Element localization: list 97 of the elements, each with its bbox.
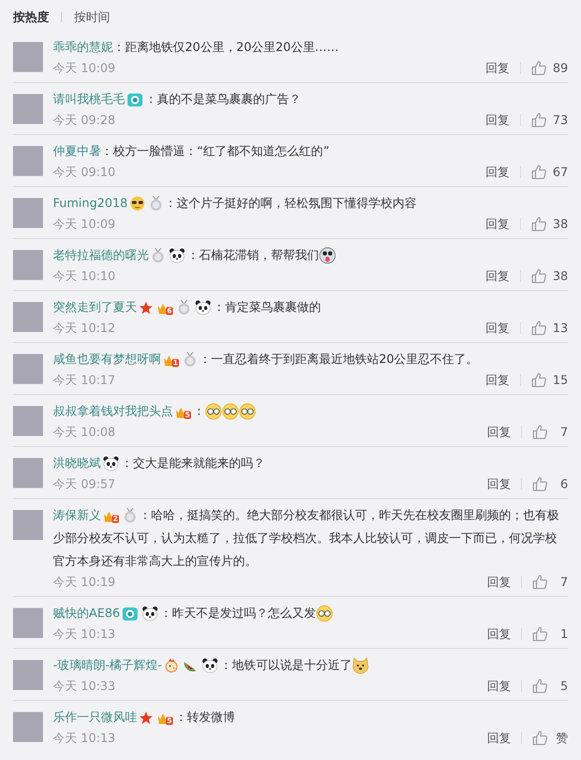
panda-icon [142, 606, 158, 622]
reply-link[interactable]: 回复 [487, 729, 511, 747]
username-link[interactable]: 仲夏中暑 [53, 144, 101, 158]
username-link[interactable]: 咸鱼也要有梦想呀啊 [53, 352, 161, 366]
comment-time: 今天 09:10 [53, 164, 116, 181]
thumbs-up-icon[interactable] [530, 164, 547, 180]
star-icon [139, 710, 153, 725]
comment-body: -玻璃晴朗-橘子辉煌- ：地铁可以说是十分近了 [53, 654, 568, 677]
reply-link[interactable]: 回复 [487, 677, 511, 695]
comment-time: 今天 10:33 [53, 678, 116, 695]
reply-link[interactable]: 回复 [487, 475, 511, 493]
reply-link[interactable]: 回复 [486, 59, 510, 77]
panda-icon [194, 300, 211, 316]
comment-time: 今天 10:13 [53, 730, 116, 747]
comment-body: 贼快的AE86 ：昨天不是发过吗？怎么又发 [53, 602, 568, 625]
sort-tab[interactable]: 按热度 [13, 8, 49, 26]
medal-icon [148, 196, 163, 212]
reply-link[interactable]: 回复 [486, 163, 510, 181]
thumbs-up-icon[interactable] [532, 730, 548, 746]
username-link[interactable]: 贼快的AE86 [53, 606, 120, 620]
glasses-face-emoji [204, 403, 222, 420]
glasses-face-emoji [238, 403, 256, 420]
medal-icon [176, 300, 191, 316]
silly-face-emoji [319, 247, 336, 264]
thumbs-up-icon[interactable] [530, 268, 547, 284]
comment-body: 乖乖的慧妮：距离地铁仅20公里，20公里20公里…… [53, 39, 340, 56]
medal-icon [182, 352, 197, 368]
username-link[interactable]: 老特拉福德的曙光 [53, 248, 149, 262]
username-link[interactable]: 突然走到了夏天 [53, 300, 137, 314]
camera-icon [127, 92, 143, 108]
thumbs-up-icon[interactable] [530, 320, 547, 336]
like-count: 13 [552, 320, 568, 337]
star-icon [139, 300, 153, 315]
comment-body: 洪晓晓斌 ：交大是能来就能来的吗？ [53, 455, 266, 474]
comment-time: 今天 10:10 [53, 268, 116, 285]
like-count: 赞 [555, 730, 568, 747]
sunglasses-face-icon [130, 196, 145, 212]
username-link[interactable]: 乖乖的慧妮 [53, 40, 113, 54]
sort-tab[interactable]: 按时间 [74, 8, 110, 26]
comment-time: 今天 10:09 [53, 216, 116, 233]
like-count: 6 [559, 476, 568, 493]
comment-time: 今天 10:19 [53, 574, 116, 591]
comment-time: 今天 10:13 [53, 626, 116, 643]
thumbs-up-icon[interactable] [532, 476, 548, 492]
comment-time: 今天 10:08 [53, 424, 116, 441]
like-count: 15 [552, 372, 568, 389]
reply-link[interactable]: 回复 [486, 371, 510, 389]
comment-body: 仲夏中暑：校方一脸懵逼：“红了都不知道怎么红的” [53, 143, 330, 160]
comment-time: 今天 10:12 [53, 320, 116, 337]
comment-body: 请叫我桃毛毛 ：真的不是菜鸟裹裹的广告？ [53, 91, 302, 110]
medal-icon [122, 508, 137, 524]
dog-face-emoji [352, 657, 369, 674]
glasses-face-emoji [316, 605, 334, 622]
like-count: 38 [552, 216, 568, 233]
panda-icon [202, 658, 218, 674]
thumbs-up-icon[interactable] [530, 112, 547, 128]
like-count: 38 [552, 268, 568, 285]
camera-icon [122, 606, 138, 622]
reply-link[interactable]: 回复 [487, 573, 511, 591]
reply-link[interactable]: 回复 [486, 215, 510, 233]
username-link[interactable]: -玻璃晴朗-橘子辉煌- [53, 658, 162, 672]
username-link[interactable]: Fuming2018 [53, 196, 128, 210]
reply-link[interactable]: 回复 [486, 319, 510, 337]
thumbs-up-icon[interactable] [532, 574, 548, 590]
like-count: 1 [559, 626, 568, 643]
thumbs-up-icon[interactable] [530, 372, 547, 388]
medal-icon [151, 248, 165, 264]
reply-link[interactable]: 回复 [486, 111, 510, 129]
username-link[interactable]: 乐作一只微风哇 [53, 710, 137, 724]
panda-icon [103, 456, 119, 472]
panda-icon [169, 248, 185, 264]
username-link[interactable]: 叔叔拿着钱对我把头点 [53, 404, 173, 418]
like-count: 7 [559, 424, 568, 441]
thumbs-up-icon[interactable] [532, 626, 548, 642]
comment-time: 今天 10:09 [53, 60, 116, 77]
like-count: 5 [559, 678, 568, 695]
chicken-icon [164, 658, 179, 674]
username-link[interactable]: 涛保新义 [53, 508, 101, 522]
thumbs-up-icon[interactable] [532, 678, 548, 694]
reply-link[interactable]: 回复 [486, 267, 510, 285]
like-count: 67 [552, 164, 568, 181]
comment-time: 今天 10:17 [53, 372, 116, 389]
thumbs-up-icon[interactable] [530, 60, 547, 76]
glasses-face-emoji [222, 403, 239, 420]
comment-time: 今天 09:57 [53, 476, 116, 493]
reply-link[interactable]: 回复 [487, 423, 511, 441]
comment-time: 今天 09:28 [53, 112, 116, 129]
username-link[interactable]: 洪晓晓斌 [53, 456, 101, 470]
like-count: 7 [559, 574, 568, 591]
like-count: 73 [552, 112, 568, 129]
reply-link[interactable]: 回复 [487, 625, 511, 643]
comment-body: 老特拉福德的曙光 ：石楠花滞销，帮帮我们 [53, 244, 568, 267]
comment-body: Fuming2018 ：这个片子挺好的啊，轻松氛围下懂得学校内容 [53, 195, 418, 214]
like-count: 89 [552, 60, 568, 77]
thumbs-up-icon[interactable] [530, 216, 547, 232]
username-link[interactable]: 请叫我桃毛毛 [53, 92, 125, 106]
thumbs-up-icon[interactable] [532, 424, 548, 440]
